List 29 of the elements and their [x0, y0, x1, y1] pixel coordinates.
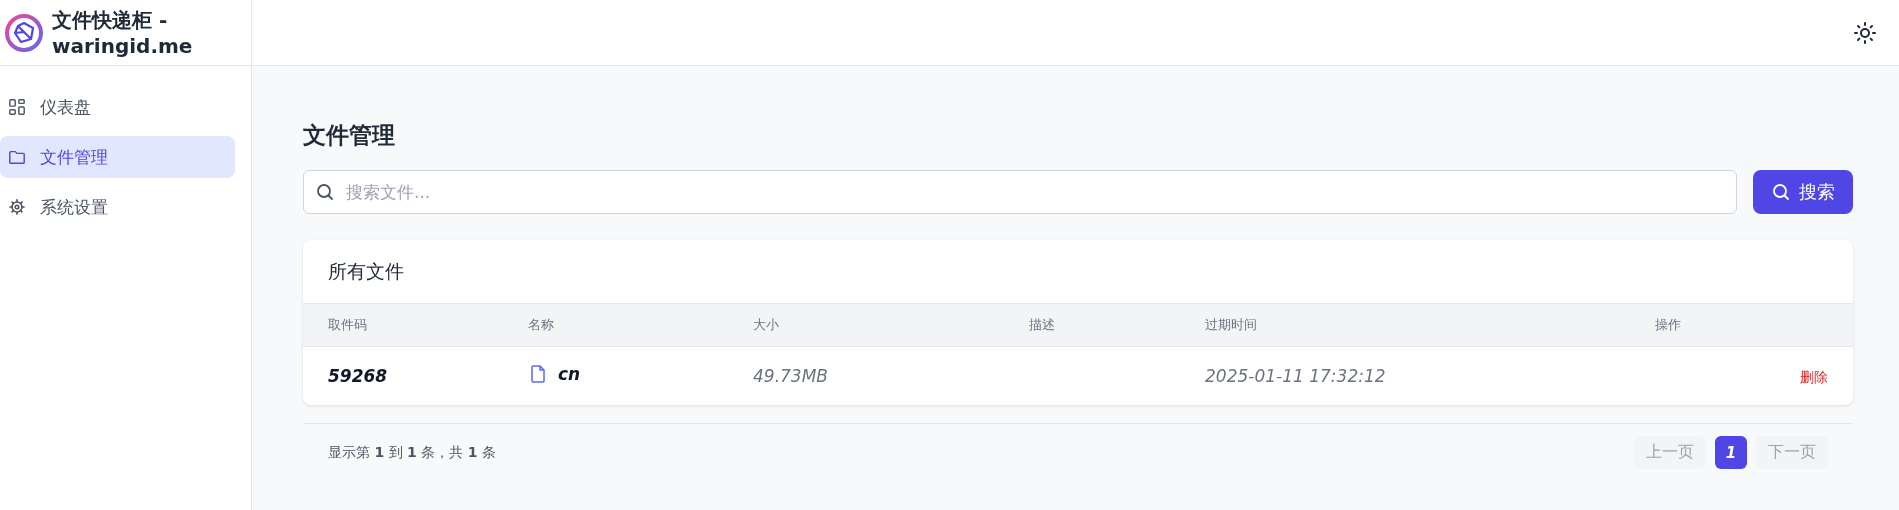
sidebar-item[interactable]: 仪表盘: [0, 86, 235, 128]
table-cell: 2025-01-11 17:32:12: [1205, 346, 1655, 405]
search-icon: [1771, 182, 1791, 202]
column-header: 取件码: [303, 303, 528, 347]
file-name: cn: [558, 364, 581, 384]
search-button[interactable]: 搜索: [1753, 170, 1853, 214]
column-header: 操作: [1655, 303, 1853, 347]
table-cell: 59268: [303, 346, 528, 405]
search-field[interactable]: 搜索文件...: [303, 170, 1737, 214]
gear-icon: [8, 198, 26, 216]
logo-icon: [4, 12, 44, 53]
sidebar-item[interactable]: 系统设置: [0, 186, 235, 228]
delete-link[interactable]: 删除: [1800, 368, 1828, 385]
page-title: 文件管理: [303, 121, 396, 150]
card-title: 所有文件: [327, 258, 405, 284]
column-header: 大小: [753, 303, 1029, 347]
pagination-summary: 显示第 1 到 1 条，共 1 条: [328, 443, 496, 462]
sidebar-item[interactable]: 文件管理: [0, 136, 235, 178]
column-header: 名称: [528, 303, 753, 347]
grid-icon: [8, 98, 26, 116]
folder-icon: [8, 148, 26, 166]
column-header: 过期时间: [1205, 303, 1655, 347]
column-header: 描述: [1029, 303, 1205, 347]
app-title: 文件快递柜 - waringid.me: [52, 6, 194, 59]
file-icon: [528, 364, 548, 384]
page-button[interactable]: 1: [1715, 436, 1747, 469]
table-cell: 49.73MB: [753, 346, 1029, 405]
theme-toggle-icon[interactable]: [1853, 20, 1877, 45]
search-icon: [315, 182, 335, 202]
